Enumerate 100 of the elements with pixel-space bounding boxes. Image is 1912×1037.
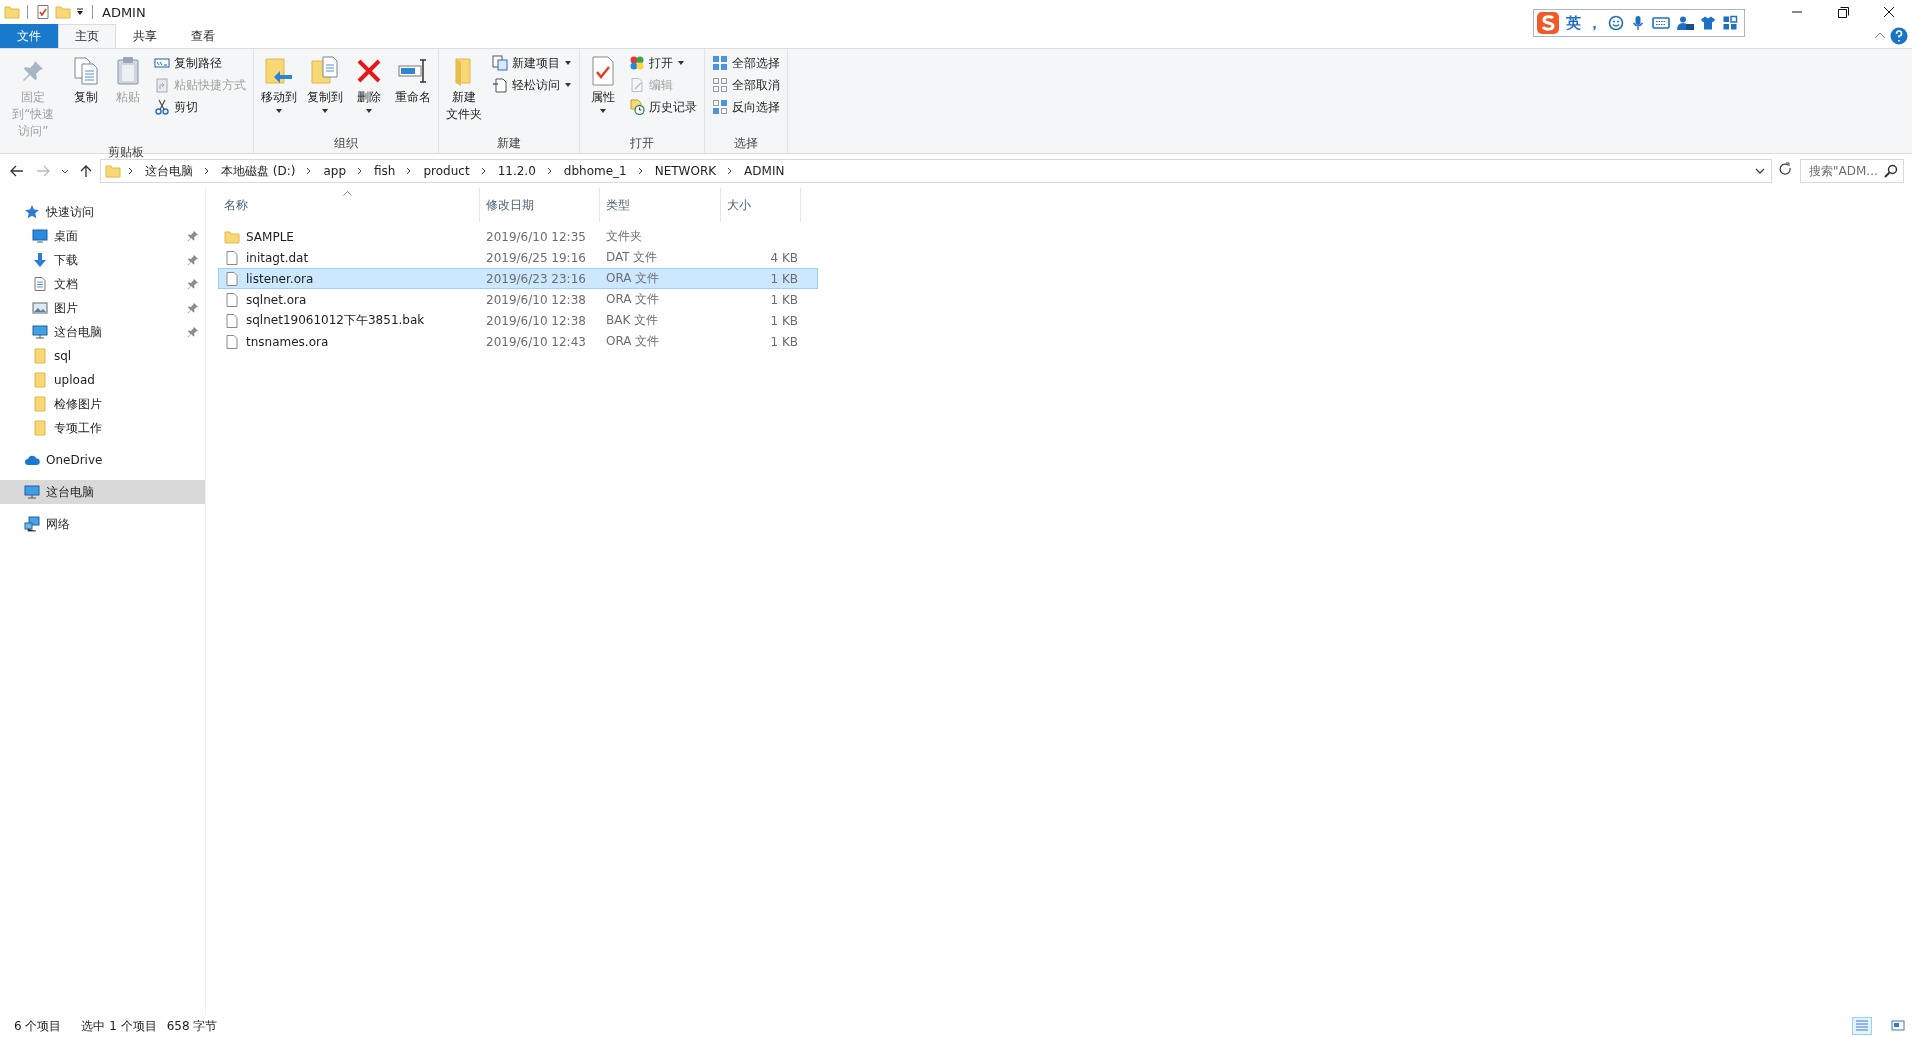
sidebar-item[interactable]: sql <box>0 344 205 368</box>
folder-icon <box>32 420 48 436</box>
folder-icon <box>32 396 48 412</box>
history-icon <box>628 99 645 115</box>
file-size: 1 KB <box>770 271 798 286</box>
column-header[interactable]: 大小 <box>721 188 801 222</box>
column-header[interactable]: 名称 <box>218 188 480 222</box>
copy-folder-icon <box>308 55 341 87</box>
properties-icon[interactable] <box>35 4 51 20</box>
breadcrumb[interactable]: ADMIN <box>740 164 789 178</box>
file-size: 1 KB <box>770 313 798 328</box>
move-folder-icon <box>262 55 295 87</box>
file-row[interactable]: sqlnet19061012下午3851.bak 2019/6/10 12:38 BAK 文件 1 KB <box>218 310 818 331</box>
ribbon-button[interactable]: 全部取消 <box>708 75 783 95</box>
file-row[interactable]: sqlnet.ora 2019/6/10 12:38 ORA 文件 1 KB <box>218 289 818 310</box>
breadcrumb[interactable]: product <box>419 164 474 178</box>
file-row[interactable]: tnsnames.ora 2019/6/10 12:43 ORA 文件 1 KB <box>218 331 818 352</box>
breadcrumb[interactable]: 本地磁盘 (D:) <box>217 162 300 180</box>
sidebar-item[interactable]: 检修图片 <box>0 392 205 416</box>
sidebar-item[interactable]: 下载 <box>0 248 205 272</box>
file-icon <box>224 333 240 350</box>
breadcrumb[interactable]: NETWORK <box>650 164 721 178</box>
breadcrumb[interactable]: 这台电脑 <box>141 162 197 180</box>
ribbon-button[interactable]: 复制 <box>66 51 105 144</box>
input-mode-toggle[interactable]: 英 <box>1566 13 1581 33</box>
file-icon <box>224 249 240 266</box>
grid-icon[interactable] <box>1722 15 1738 31</box>
punctuation-toggle[interactable]: ， <box>1587 13 1602 33</box>
file-name: sqlnet.ora <box>246 292 307 307</box>
ribbon-button[interactable]: 历史记录 <box>625 97 700 117</box>
breadcrumb[interactable]: fish <box>370 164 400 178</box>
file-icon <box>224 291 240 308</box>
smiley-icon[interactable] <box>1608 15 1624 31</box>
breadcrumb[interactable]: dbhome_1 <box>559 164 631 178</box>
group-label: 组织 <box>332 135 359 152</box>
column-header[interactable]: 类型 <box>600 188 721 222</box>
shirt-icon[interactable] <box>1700 15 1716 31</box>
address-field[interactable]: 这台电脑 本地磁盘 (D:) app fish product 11.2.0 dbhome_1 NETWORK ADMIN <box>100 159 1772 183</box>
microphone-icon[interactable] <box>1630 15 1646 31</box>
ribbon-button[interactable]: 新建项目 <box>488 53 575 73</box>
ribbon-tab[interactable]: 共享 <box>116 24 174 48</box>
star-icon <box>24 204 40 220</box>
file-size: 1 KB <box>770 334 798 349</box>
sidebar-item[interactable]: 图片 <box>0 296 205 320</box>
search-field[interactable]: 搜索"ADM... <box>1800 159 1904 183</box>
file-row[interactable]: initagt.dat 2019/6/25 19:16 DAT 文件 4 KB <box>218 247 818 268</box>
ribbon-tab[interactable]: 查看 <box>174 24 232 48</box>
folder-icon <box>4 4 20 20</box>
file-row[interactable]: SAMPLE 2019/6/10 12:35 文件夹 <box>218 226 818 247</box>
modified-date: 2019/6/10 12:43 <box>486 334 586 349</box>
ribbon-button[interactable]: 移动到 <box>257 51 300 135</box>
column-header[interactable]: 修改日期 <box>480 188 600 222</box>
window-title: ADMIN <box>102 4 146 20</box>
file-name: listener.ora <box>246 271 314 286</box>
ribbon-button[interactable]: 重命名 <box>391 51 434 135</box>
file-size: 4 KB <box>770 250 798 265</box>
sidebar-item[interactable]: 这台电脑 <box>0 480 205 504</box>
ribbon-button[interactable]: 剪切 <box>150 97 249 117</box>
path-icon <box>153 55 170 71</box>
ribbon-button[interactable]: 打开 <box>625 53 700 73</box>
breadcrumb[interactable]: 11.2.0 <box>493 164 540 178</box>
user-icon[interactable] <box>1676 15 1694 31</box>
modified-date: 2019/6/25 19:16 <box>486 250 586 265</box>
ribbon-button[interactable]: 反向选择 <box>708 97 783 117</box>
sidebar-item[interactable]: upload <box>0 368 205 392</box>
ribbon-button[interactable]: 全部选择 <box>708 53 783 73</box>
keyboard-icon[interactable] <box>1652 15 1670 31</box>
color-wheel-icon <box>628 55 645 71</box>
file-type: ORA 文件 <box>606 291 660 308</box>
file-row[interactable]: listener.ora 2019/6/23 23:16 ORA 文件 1 KB <box>218 268 818 289</box>
file-name: SAMPLE <box>246 229 294 244</box>
file-size: 1 KB <box>770 292 798 307</box>
ribbon-button[interactable]: 复制路径 <box>150 53 249 73</box>
file-type: ORA 文件 <box>606 270 660 287</box>
folder-icon <box>224 228 240 245</box>
sidebar-item[interactable]: 这台电脑 <box>0 320 205 344</box>
sidebar-item[interactable]: 网络 <box>0 512 205 536</box>
view-toggle[interactable] <box>1852 1017 1872 1035</box>
group-label: 剪贴板 <box>107 144 146 161</box>
ribbon-button[interactable]: 属性 <box>583 51 622 135</box>
sidebar-item[interactable]: 桌面 <box>0 224 205 248</box>
ribbon-button[interactable]: 轻松访问 <box>488 75 575 95</box>
sidebar-item[interactable]: OneDrive <box>0 448 205 472</box>
group-label: 新建 <box>495 135 522 152</box>
ribbon-button[interactable]: 删除 <box>349 51 388 135</box>
sidebar-item[interactable]: 快速访问 <box>0 200 205 224</box>
help-icon[interactable] <box>1890 27 1908 45</box>
invert-selection-icon <box>711 99 728 115</box>
ribbon-button[interactable]: 新建文件夹 <box>442 51 485 135</box>
sidebar-item[interactable]: 文档 <box>0 272 205 296</box>
ribbon-tab[interactable]: 主页 <box>58 24 116 48</box>
picture-icon <box>32 300 48 316</box>
large-icons-view-icon <box>1890 1018 1906 1034</box>
file-type: ORA 文件 <box>606 333 660 350</box>
breadcrumb[interactable]: app <box>319 164 351 178</box>
logo-icon[interactable] <box>1536 11 1560 35</box>
sidebar-item[interactable]: 专项工作 <box>0 416 205 440</box>
ribbon-tab[interactable]: 文件 <box>0 24 58 48</box>
ribbon-button[interactable]: 复制到 <box>303 51 346 135</box>
file-icon <box>224 270 240 287</box>
